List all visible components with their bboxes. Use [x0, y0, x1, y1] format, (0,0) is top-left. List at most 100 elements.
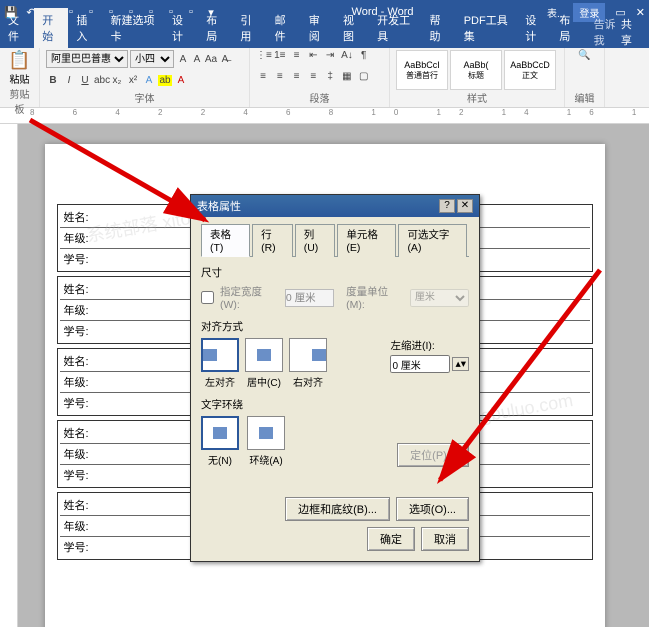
- clear-format-icon[interactable]: A̶: [218, 54, 232, 65]
- ribbon: 📋 粘贴 剪贴板 阿里巴巴普惠 小四 AAAaA̶ B I U abc x₂ x…: [0, 48, 649, 108]
- borders-shading-button[interactable]: 边框和底纹(B)...: [285, 497, 390, 521]
- tab-file[interactable]: 文件: [0, 8, 34, 48]
- clipboard-group-label: 剪贴板: [6, 86, 33, 116]
- underline-icon[interactable]: U: [78, 75, 92, 86]
- indent-group: 左缩进(I): ▴▾: [390, 338, 469, 373]
- tab-table-design[interactable]: 设计: [517, 8, 551, 48]
- subscript-icon[interactable]: x₂: [110, 75, 124, 86]
- bullets-icon[interactable]: ⋮≡: [256, 50, 270, 61]
- wrap-none-option[interactable]: 无(N): [201, 416, 239, 467]
- size-legend: 尺寸: [201, 265, 469, 280]
- find-icon[interactable]: 🔍: [571, 50, 598, 61]
- editing-group: 🔍 编辑: [565, 48, 605, 107]
- tell-me[interactable]: 告诉我: [594, 16, 621, 48]
- align-center-option[interactable]: 居中(C): [245, 338, 283, 389]
- tab-mailings[interactable]: 邮件: [267, 8, 301, 48]
- indent-input[interactable]: [390, 355, 450, 373]
- spinner-icon[interactable]: ▴▾: [452, 357, 469, 371]
- indent-label: 左缩进(I):: [390, 338, 469, 353]
- editing-group-label: 编辑: [571, 90, 598, 105]
- width-input: 0 厘米: [285, 289, 334, 307]
- align-center-icon[interactable]: ≡: [273, 71, 287, 82]
- tab-view[interactable]: 视图: [335, 8, 369, 48]
- alignment-legend: 对齐方式: [201, 319, 469, 334]
- multilevel-icon[interactable]: ≡: [290, 50, 304, 61]
- help-icon[interactable]: ?: [439, 199, 455, 213]
- numbering-icon[interactable]: 1≡: [273, 50, 287, 61]
- specify-width-checkbox[interactable]: [201, 291, 214, 304]
- font-group-label: 字体: [46, 90, 243, 105]
- font-color-icon[interactable]: A: [174, 75, 188, 86]
- justify-icon[interactable]: ≡: [306, 71, 320, 82]
- cancel-button[interactable]: 取消: [421, 527, 469, 551]
- sort-icon[interactable]: A↓: [340, 50, 354, 61]
- tab-table[interactable]: 表格(T): [201, 224, 250, 257]
- tab-row[interactable]: 行(R): [252, 224, 293, 257]
- text-effect-icon[interactable]: A: [142, 75, 156, 86]
- size-fieldset: 尺寸 指定宽度(W): 0 厘米 度量单位(M): 厘米: [201, 265, 469, 311]
- tab-cell[interactable]: 单元格(E): [337, 224, 396, 257]
- style-heading[interactable]: AaBb(标题: [450, 50, 502, 90]
- tab-review[interactable]: 审阅: [301, 8, 335, 48]
- tab-pdf[interactable]: PDF工具集: [456, 8, 517, 48]
- dialog-tabs: 表格(T) 行(R) 列(U) 单元格(E) 可选文字(A): [201, 223, 469, 257]
- tab-column[interactable]: 列(U): [295, 224, 336, 257]
- tab-references[interactable]: 引用: [232, 8, 266, 48]
- align-left-option[interactable]: 左对齐: [201, 338, 239, 389]
- tab-layout[interactable]: 布局: [198, 8, 232, 48]
- change-case-icon[interactable]: Aa: [204, 54, 218, 65]
- tab-table-layout[interactable]: 布局: [551, 8, 585, 48]
- style-normal-indent[interactable]: AaBbCcI普通首行: [396, 50, 448, 90]
- line-spacing-icon[interactable]: ‡: [323, 71, 337, 82]
- table-properties-dialog: 表格属性 ? ✕ 表格(T) 行(R) 列(U) 单元格(E) 可选文字(A) …: [190, 194, 480, 562]
- font-size-select[interactable]: 小四: [130, 50, 174, 68]
- shading-icon[interactable]: ▦: [340, 71, 354, 82]
- dialog-title: 表格属性: [197, 198, 437, 214]
- superscript-icon[interactable]: x²: [126, 75, 140, 86]
- show-marks-icon[interactable]: ¶: [357, 50, 371, 61]
- ribbon-tabs: 文件 开始 插入 新建选项卡 设计 布局 引用 邮件 审阅 视图 开发工具 帮助…: [0, 24, 649, 48]
- close-icon[interactable]: ✕: [457, 199, 473, 213]
- tab-help[interactable]: 帮助: [422, 8, 456, 48]
- borders-icon[interactable]: ▢: [357, 71, 371, 82]
- tab-home[interactable]: 开始: [34, 8, 68, 48]
- tab-developer[interactable]: 开发工具: [369, 8, 421, 48]
- clipboard-group: 📋 粘贴 剪贴板: [0, 48, 40, 107]
- paragraph-group-label: 段落: [256, 90, 383, 105]
- align-left-icon[interactable]: ≡: [256, 71, 270, 82]
- shrink-font-icon[interactable]: A: [190, 54, 204, 65]
- align-right-option[interactable]: 右对齐: [289, 338, 327, 389]
- share-button[interactable]: 共享: [621, 16, 649, 48]
- wrap-around-option[interactable]: 环绕(A): [247, 416, 285, 467]
- wrap-fieldset: 文字环绕 无(N) 环绕(A) 定位(P)...: [201, 397, 469, 467]
- bold-icon[interactable]: B: [46, 75, 60, 86]
- font-group: 阿里巴巴普惠 小四 AAAaA̶ B I U abc x₂ x² A ab A …: [40, 48, 250, 107]
- font-name-select[interactable]: 阿里巴巴普惠: [46, 50, 128, 68]
- horizontal-ruler[interactable]: 8 6 4 2 2 4 6 8 10 12 14 16 18 20 22 24 …: [0, 108, 649, 124]
- decrease-indent-icon[interactable]: ⇤: [306, 50, 320, 61]
- tab-alt-text[interactable]: 可选文字(A): [398, 224, 467, 257]
- styles-group: AaBbCcI普通首行 AaBb(标题 AaBbCcD正文 样式: [390, 48, 565, 107]
- specify-width-label: 指定宽度(W):: [220, 284, 281, 311]
- ok-button[interactable]: 确定: [367, 527, 415, 551]
- paste-icon[interactable]: 📋: [8, 50, 30, 71]
- highlight-icon[interactable]: ab: [158, 75, 172, 86]
- align-right-icon[interactable]: ≡: [290, 71, 304, 82]
- paste-label[interactable]: 粘贴: [10, 71, 30, 86]
- paragraph-group: ⋮≡ 1≡ ≡ ⇤ ⇥ A↓ ¶ ≡ ≡ ≡ ≡ ‡ ▦ ▢ 段落: [250, 48, 390, 107]
- unit-select: 厘米: [410, 289, 469, 307]
- increase-indent-icon[interactable]: ⇥: [323, 50, 337, 61]
- grow-font-icon[interactable]: A: [176, 54, 190, 65]
- strike-icon[interactable]: abc: [94, 75, 108, 86]
- tab-newtab[interactable]: 新建选项卡: [103, 8, 164, 48]
- dialog-titlebar[interactable]: 表格属性 ? ✕: [191, 195, 479, 217]
- styles-group-label: 样式: [396, 90, 558, 105]
- tab-design[interactable]: 设计: [164, 8, 198, 48]
- alignment-fieldset: 对齐方式 左对齐 居中(C) 右对齐 左缩进(I): ▴▾: [201, 319, 469, 389]
- tab-insert[interactable]: 插入: [68, 8, 102, 48]
- options-button[interactable]: 选项(O)...: [396, 497, 469, 521]
- vertical-ruler[interactable]: [0, 124, 18, 627]
- italic-icon[interactable]: I: [62, 75, 76, 86]
- wrap-legend: 文字环绕: [201, 397, 469, 412]
- style-body[interactable]: AaBbCcD正文: [504, 50, 556, 90]
